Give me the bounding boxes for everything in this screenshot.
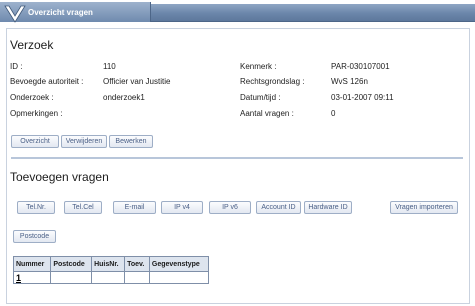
id-label: ID : [10,62,23,71]
section-divider [11,157,463,159]
rechtsgrondslag-label: Rechtsgrondslag : [240,77,305,86]
vragen-table: Nummer Postcode HuisNr. Toev. Gegevensty… [12,256,210,284]
table-header-row: Nummer Postcode HuisNr. Toev. Gegevensty… [12,256,210,272]
window-titlebar: Overzicht vragen [0,0,475,26]
opmerkingen-label: Opmerkingen : [10,109,63,118]
datum-tijd-label: Datum/tijd : [240,93,281,102]
column-header-huisnr: HuisNr. [91,256,126,272]
vragen-importeren-button[interactable]: Vragen importeren [390,201,458,214]
bewerken-button[interactable]: Bewerken [109,135,153,148]
chevron-logo-icon [4,5,26,23]
id-value: 110 [103,62,116,71]
table-cell-toev [124,271,150,284]
column-header-toev: Toev. [124,256,150,272]
window-title: Overzicht vragen [28,8,93,17]
datum-tijd-value: 03-01-2007 09:11 [331,93,394,102]
bevoegde-autoriteit-label: Bevoegde autoriteit : [10,77,84,86]
postcode-button[interactable]: Postcode [13,230,56,243]
kenmerk-label: Kenmerk : [240,62,277,71]
kenmerk-value: PAR-030107001 [331,62,390,71]
row-number-link[interactable]: 1 [16,273,21,283]
onderzoek-value: onderzoek1 [103,93,145,102]
telnr-button[interactable]: Tel.Nr. [17,201,55,214]
column-header-postcode: Postcode [50,256,93,272]
rechtsgrondslag-value: WvS 126n [331,77,368,86]
toevoegen-heading: Toevoegen vragen [10,170,109,184]
telcel-button[interactable]: Tel.Cel [64,201,102,214]
verwijderen-button[interactable]: Verwijderen [61,135,107,148]
ipv4-button[interactable]: IP v4 [161,201,203,214]
column-header-nummer: Nummer [12,256,52,272]
table-cell-postcode [50,271,93,284]
aantal-vragen-label: Aantal vragen : [240,109,294,118]
ipv6-button[interactable]: IP v6 [209,201,251,214]
table-cell-nummer[interactable]: 1 [12,271,52,284]
bevoegde-autoriteit-value: Officier van Justitie [103,77,171,86]
aantal-vragen-value: 0 [331,109,336,118]
table-cell-gegevenstype [148,271,210,284]
column-header-gegevenstype: Gegevenstype [148,256,210,272]
overzicht-button[interactable]: Overzicht [11,135,59,148]
table-row[interactable]: 1 [12,271,210,284]
main-panel: Verzoek ID : 110 Bevoegde autoriteit : O… [6,28,470,304]
verzoek-heading: Verzoek [10,38,54,52]
table-cell-huisnr [91,271,126,284]
account-id-button[interactable]: Account ID [256,201,301,214]
email-button[interactable]: E-mail [113,201,156,214]
hardware-id-button[interactable]: Hardware ID [304,201,352,214]
onderzoek-label: Onderzoek : [10,93,54,102]
